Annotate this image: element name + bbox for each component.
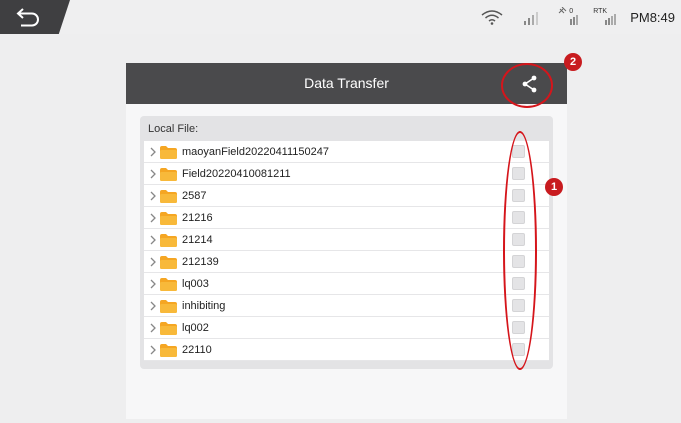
chevron-right-icon[interactable] [149,257,157,267]
file-list[interactable]: maoyanField20220411150247 Field2022041008… [144,141,549,361]
share-highlight-oval [501,63,553,108]
chevron-right-icon[interactable] [149,301,157,311]
file-name: Field20220410081211 [182,168,291,180]
folder-icon [160,234,177,247]
folder-icon [160,168,177,181]
file-row[interactable]: 22110 [144,339,549,361]
rtk-signal-icon: RTK [592,7,620,27]
chevron-right-icon[interactable] [149,147,157,157]
file-name: 212139 [182,256,219,268]
folder-icon [160,256,177,269]
file-name: lq003 [182,278,209,290]
file-name: 21214 [182,234,213,246]
rtk-label: RTK [593,8,608,15]
chevron-right-icon[interactable] [149,323,157,333]
file-row[interactable]: inhibiting [144,295,549,317]
file-name: 2587 [182,190,207,202]
annotation-badge-2: 2 [564,53,582,71]
file-row[interactable]: 212139 [144,251,549,273]
checkbox-highlight-oval [503,131,537,370]
status-bar: 0 RTK PM8:49 [0,0,681,34]
file-name: inhibiting [182,300,226,312]
local-file-panel: Local File: maoyanField20220411150247 Fie… [140,116,553,369]
satellite-icon: 0 [554,6,582,27]
folder-icon [160,212,177,225]
file-row[interactable]: lq002 [144,317,549,339]
local-file-label: Local File: [148,123,199,135]
chevron-right-icon[interactable] [149,169,157,179]
satellite-count: 0 [569,8,574,15]
wifi-icon [481,10,503,25]
folder-icon [160,300,177,313]
folder-icon [160,190,177,203]
folder-icon [160,344,177,357]
chevron-right-icon[interactable] [149,213,157,223]
file-row[interactable]: 21216 [144,207,549,229]
folder-icon [160,146,177,159]
chevron-right-icon[interactable] [149,191,157,201]
file-name: 21216 [182,212,213,224]
folder-icon [160,278,177,291]
file-row[interactable]: 21214 [144,229,549,251]
chevron-right-icon[interactable] [149,345,157,355]
file-name: maoyanField20220411150247 [182,146,329,158]
file-row[interactable]: 2587 [144,185,549,207]
annotation-badge-1: 1 [545,178,563,196]
data-transfer-dialog: Data Transfer Local File: maoyanField202… [126,63,567,419]
back-button[interactable] [0,0,70,34]
file-row[interactable]: lq003 [144,273,549,295]
status-icons: 0 RTK PM8:49 [468,0,681,34]
clock: PM8:49 [630,9,675,25]
file-name: 22110 [182,344,212,356]
file-row[interactable]: maoyanField20220411150247 [144,141,549,163]
file-row[interactable]: Field20220410081211 [144,163,549,185]
cellular-signal-icon [524,12,539,25]
back-icon [16,8,39,27]
folder-icon [160,322,177,335]
file-name: lq002 [182,322,209,334]
chevron-right-icon[interactable] [149,235,157,245]
chevron-right-icon[interactable] [149,279,157,289]
